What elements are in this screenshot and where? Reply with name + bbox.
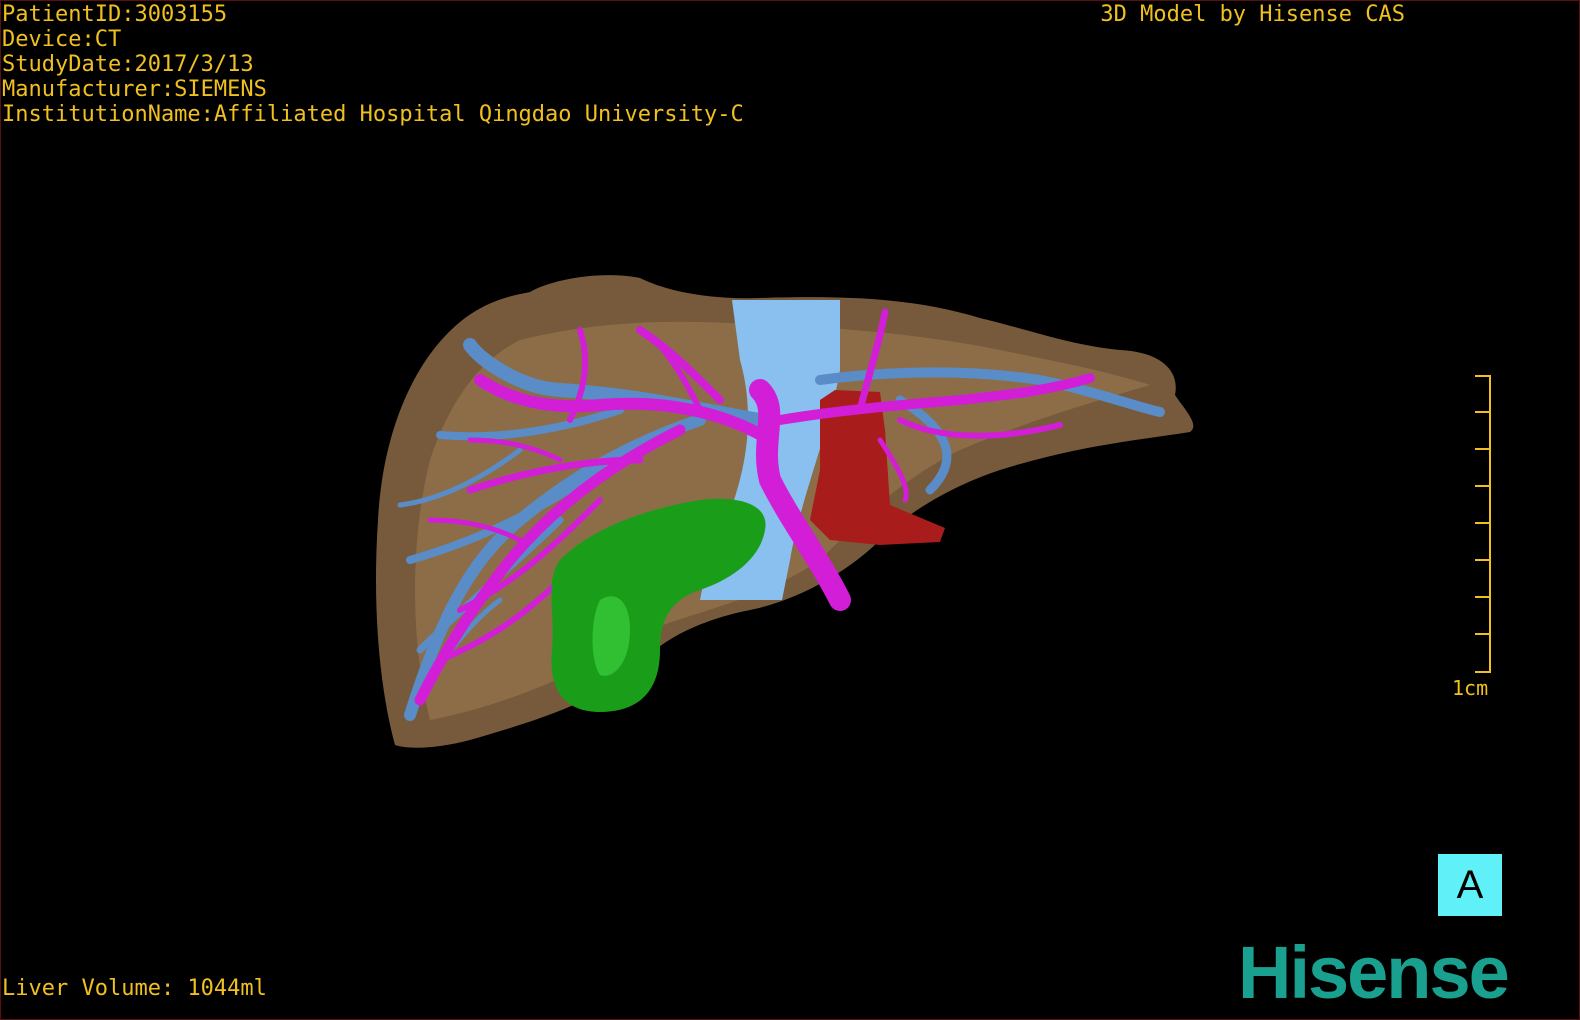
liver-volume: Liver Volume: 1044ml: [2, 976, 267, 1001]
patient-info-overlay: PatientID:3003155 Device:CT StudyDate:20…: [2, 2, 744, 127]
model-credit: 3D Model by Hisense CAS: [1100, 2, 1405, 27]
3d-viewport[interactable]: [0, 0, 1580, 1020]
patient-id: PatientID:3003155: [2, 2, 228, 27]
device: Device:CT: [2, 27, 122, 52]
scale-label: 1cm: [1452, 676, 1489, 700]
study-date: StudyDate:2017/3/13: [2, 52, 254, 77]
scale-bar-icon: [1475, 375, 1491, 673]
orientation-cube-icon[interactable]: A: [1438, 854, 1502, 916]
manufacturer: Manufacturer:SIEMENS: [2, 77, 267, 102]
institution-name: InstitutionName:Affiliated Hospital Qing…: [2, 102, 744, 127]
hisense-logo: Hisense: [1238, 931, 1510, 1014]
